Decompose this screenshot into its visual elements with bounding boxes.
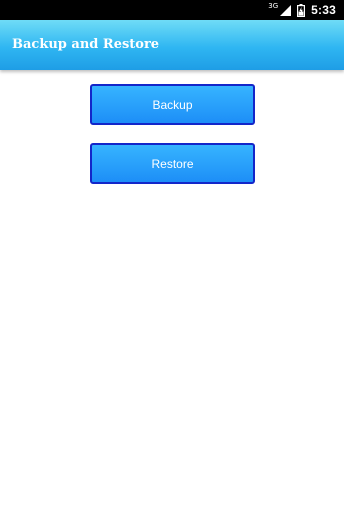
signal-icon [280,4,292,16]
restore-button-label: Restore [151,156,194,171]
clock: 5:33 [311,3,336,17]
restore-button[interactable]: Restore [90,143,255,184]
screen: 3G 5:33 Backup and Restore Backup Restor… [0,0,344,512]
backup-button[interactable]: Backup [90,84,255,125]
backup-button-label: Backup [152,97,193,112]
status-bar: 3G 5:33 [0,0,344,20]
battery-icon [297,3,306,17]
app-title: Backup and Restore [12,37,160,52]
network-type-label: 3G [268,1,279,10]
app-bar: Backup and Restore [0,20,344,70]
status-icons: 3G 5:33 [268,0,336,20]
